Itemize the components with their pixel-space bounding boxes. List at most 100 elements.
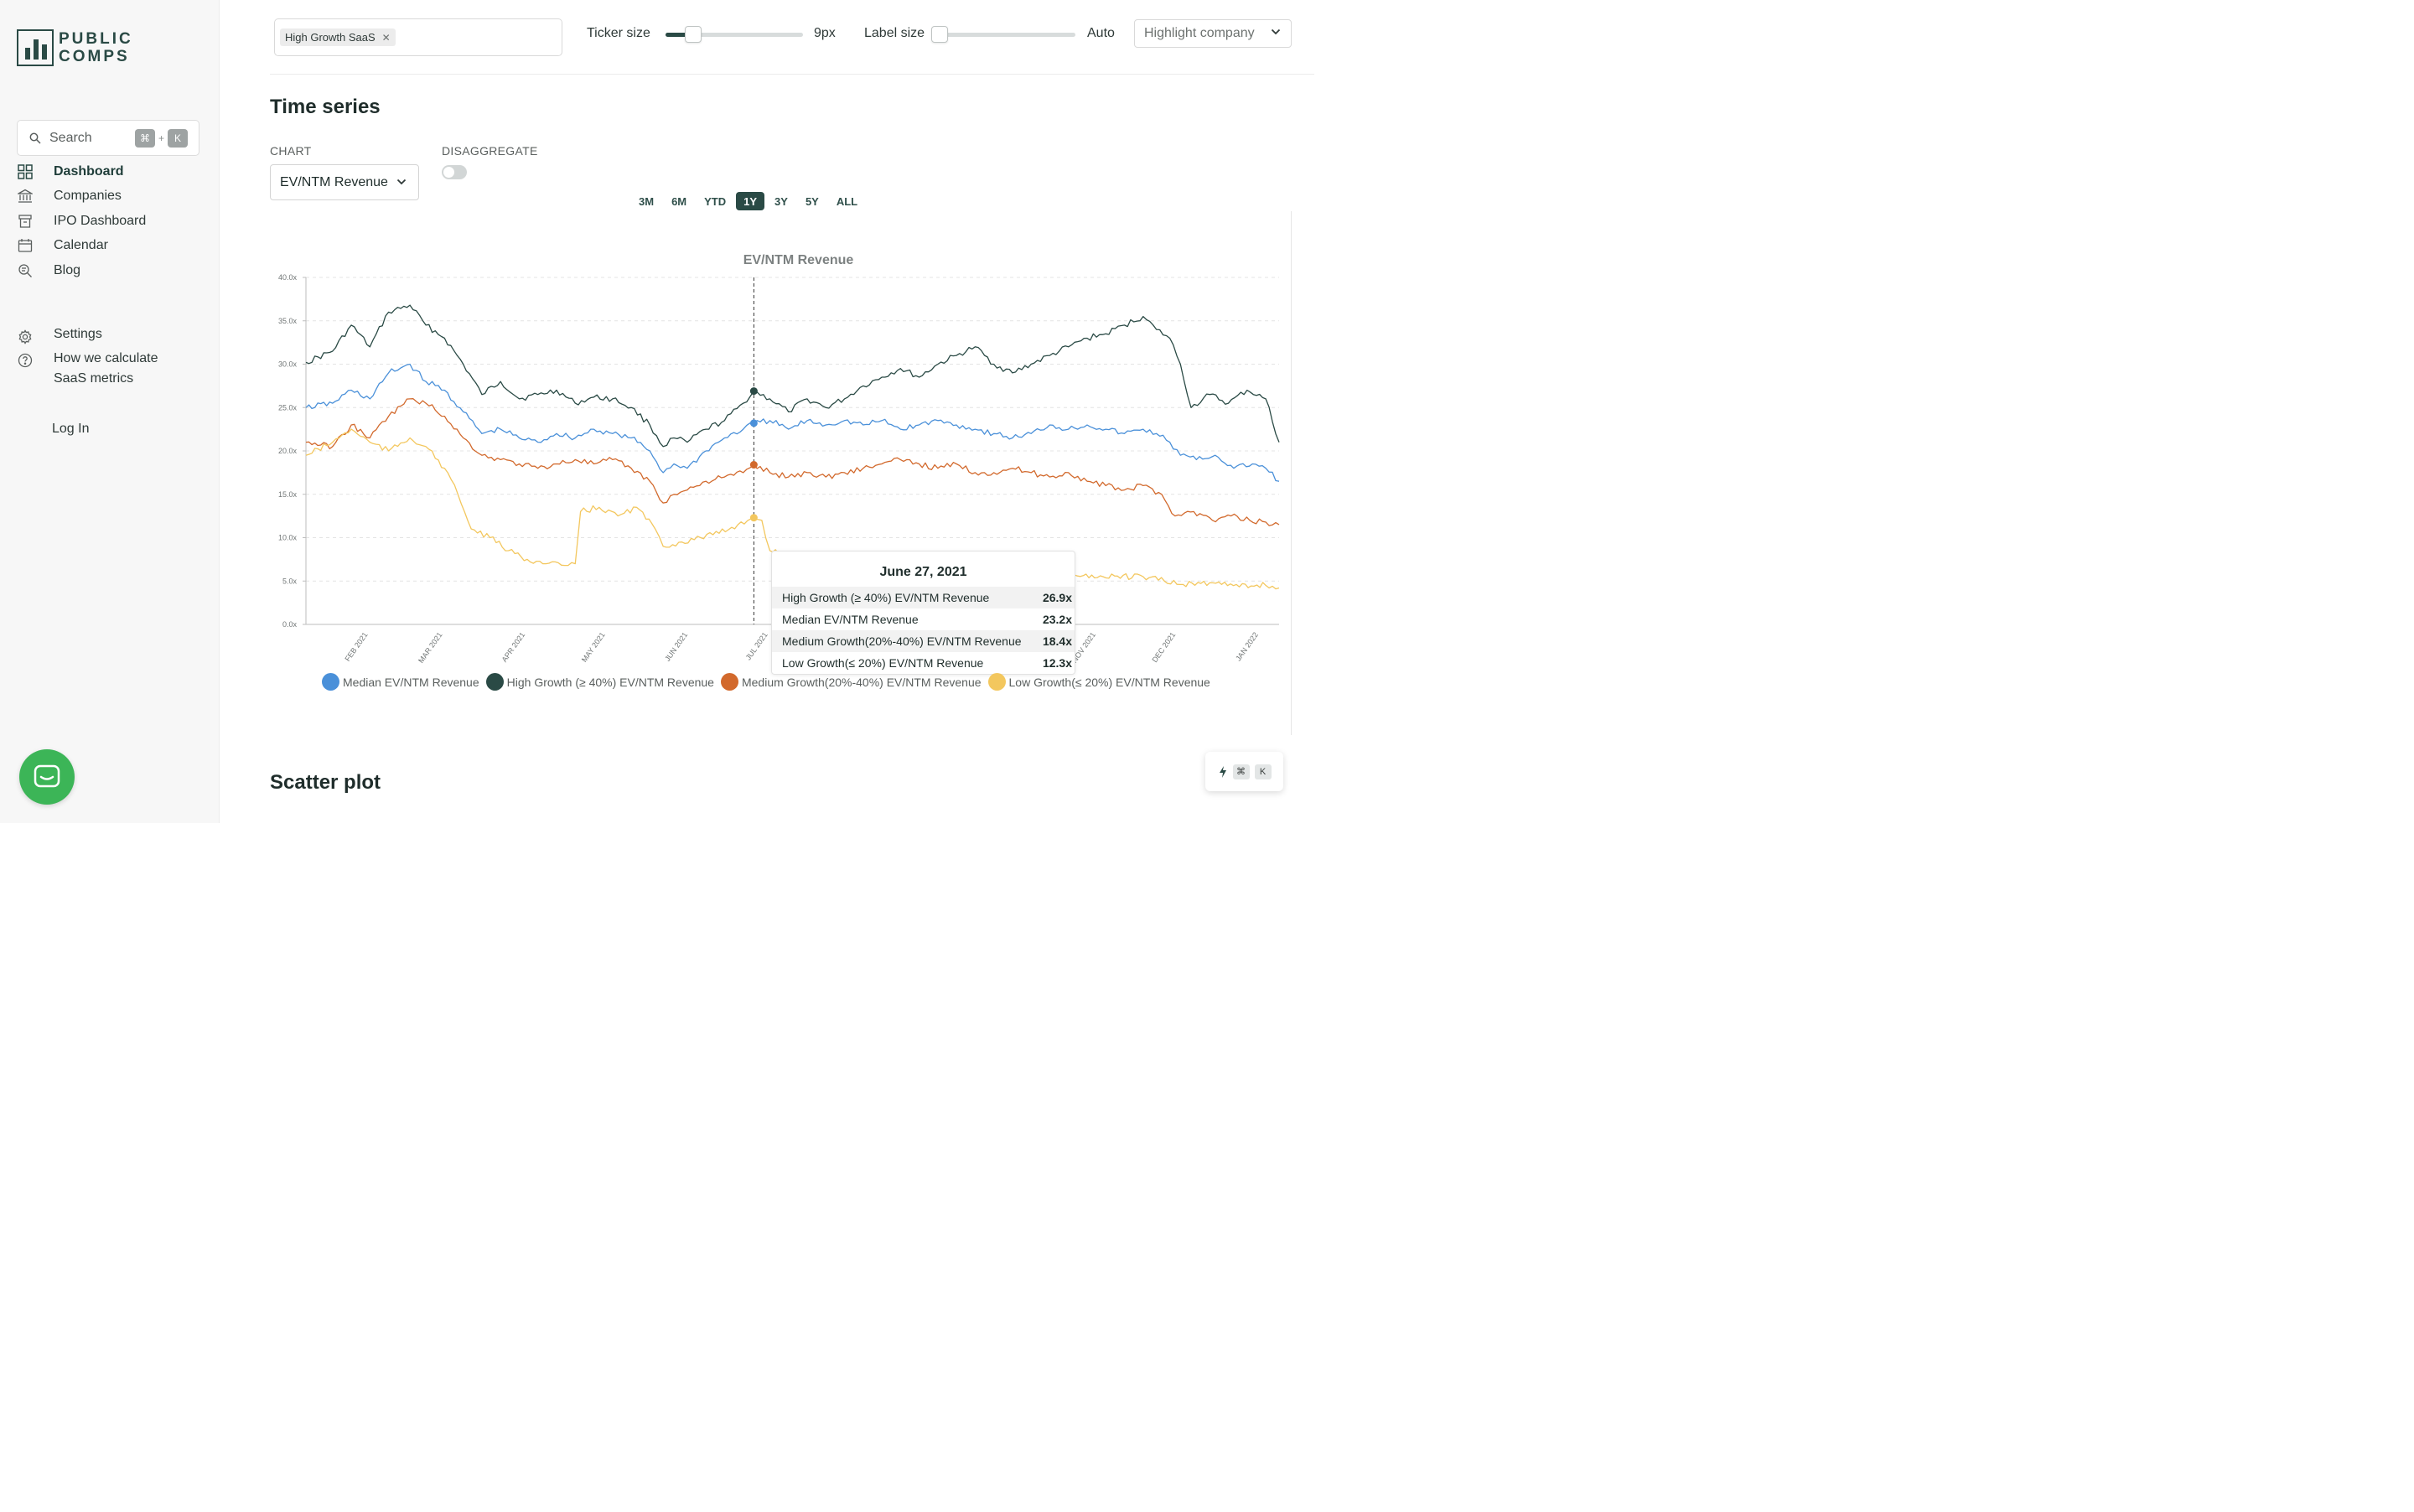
ticker-size-handle[interactable] xyxy=(685,26,702,43)
y-tick-label: 35.0x xyxy=(278,317,298,325)
chart-select-label: CHART xyxy=(270,144,312,158)
legend-label: High Growth (≥ 40%) EV/NTM Revenue xyxy=(506,675,714,689)
sidebar-item-label: Blog xyxy=(54,262,81,277)
label-size-label: Label size xyxy=(864,26,925,40)
legend-label: Median EV/NTM Revenue xyxy=(343,675,479,689)
sidebar-item-label: Companies xyxy=(54,189,122,204)
label-size-handle[interactable] xyxy=(931,26,948,43)
tooltip-row: Median EV/NTM Revenue 23.2x xyxy=(772,608,1075,630)
sidebar-item-label: Settings xyxy=(54,327,102,341)
legend-label: Medium Growth(20%-40%) EV/NTM Revenue xyxy=(741,675,982,689)
calendar-icon xyxy=(17,237,34,254)
chevron-down-icon xyxy=(1271,28,1281,35)
ticker-size-value: 9px xyxy=(814,26,836,40)
tooltip-value: 23.2x xyxy=(1042,613,1072,626)
lightning-icon xyxy=(1219,765,1226,778)
ticker-size-label: Ticker size xyxy=(587,26,650,40)
legend-dot xyxy=(720,673,738,691)
sidebar-item-label: IPO Dashboard xyxy=(54,213,147,228)
label-size-slider[interactable] xyxy=(931,26,1075,43)
series-line xyxy=(305,363,1280,482)
tooltip-row: Medium Growth(20%-40%) EV/NTM Revenue 18.… xyxy=(772,630,1075,652)
legend-label: Low Growth(≤ 20%) EV/NTM Revenue xyxy=(1008,675,1210,689)
scatter-plot-title: Scatter plot xyxy=(270,771,381,794)
y-tick-label: 30.0x xyxy=(278,360,298,369)
range-5y[interactable]: 5Y xyxy=(798,192,826,210)
legend-item-median[interactable]: Median EV/NTM Revenue xyxy=(322,673,479,691)
y-tick-label: 10.0x xyxy=(278,534,298,542)
x-tick-label: JUL 2021 xyxy=(744,630,769,661)
time-range-tabs: 3M 6M YTD 1Y 3Y 5Y ALL xyxy=(631,192,868,210)
sidebar-item-how-we-calculate[interactable]: How we calculate SaaS metrics xyxy=(17,350,214,389)
legend-item-high-growth[interactable]: High Growth (≥ 40%) EV/NTM Revenue xyxy=(485,673,714,691)
divider xyxy=(1291,211,1292,735)
range-all[interactable]: ALL xyxy=(829,192,865,210)
brand-logo[interactable]: PUBLIC COMPS xyxy=(17,29,133,66)
legend-item-low-growth[interactable]: Low Growth(≤ 20%) EV/NTM Revenue xyxy=(987,673,1210,691)
tooltip-label: Median EV/NTM Revenue xyxy=(782,613,919,626)
disaggregate-toggle[interactable] xyxy=(442,165,467,179)
search-icon xyxy=(29,132,41,144)
command-key: ⌘ xyxy=(134,128,155,148)
x-tick-label: DEC 2021 xyxy=(1150,630,1177,664)
sidebar-item-settings[interactable]: Settings xyxy=(17,327,214,345)
blog-icon xyxy=(17,262,34,279)
filter-chip: High Growth SaaS ✕ xyxy=(280,28,396,46)
ticker-size-slider[interactable] xyxy=(666,26,803,43)
k-key: K xyxy=(168,128,188,148)
login-link[interactable]: Log In xyxy=(52,422,89,437)
sidebar-item-blog[interactable]: Blog xyxy=(17,258,210,283)
legend-item-medium-growth[interactable]: Medium Growth(20%-40%) EV/NTM Revenue xyxy=(720,673,982,691)
hover-point xyxy=(749,419,758,427)
label-size-value: Auto xyxy=(1087,26,1115,40)
tooltip-label: Medium Growth(20%-40%) EV/NTM Revenue xyxy=(782,634,1022,648)
y-tick-label: 15.0x xyxy=(278,490,298,499)
k-key: K xyxy=(1254,764,1272,779)
sidebar-item-dashboard[interactable]: Dashboard xyxy=(17,159,210,184)
sidebar: PUBLIC COMPS Search ⌘ + K Dashboard Comp… xyxy=(0,0,220,823)
chart-legend: Median EV/NTM Revenue High Growth (≥ 40%… xyxy=(322,673,1217,691)
chevron-down-icon xyxy=(396,179,407,185)
sidebar-item-label: Calendar xyxy=(54,238,108,253)
x-tick-label: JAN 2022 xyxy=(1234,630,1260,662)
y-tick-label: 5.0x xyxy=(282,577,298,585)
divider xyxy=(270,74,1314,75)
logo-icon xyxy=(17,29,54,66)
x-tick-label: MAR 2021 xyxy=(417,630,444,665)
command-bar-button[interactable]: ⌘ K xyxy=(1205,752,1283,791)
legend-dot xyxy=(485,673,504,691)
tooltip-label: High Growth (≥ 40%) EV/NTM Revenue xyxy=(782,591,990,604)
y-tick-label: 0.0x xyxy=(282,620,298,629)
sidebar-item-label: How we calculate SaaS metrics xyxy=(54,351,158,386)
tooltip-row: High Growth (≥ 40%) EV/NTM Revenue 26.9x xyxy=(772,587,1075,608)
brand-line1: PUBLIC xyxy=(59,30,133,48)
chart-metric-value: EV/NTM Revenue xyxy=(280,174,388,189)
time-series-title: Time series xyxy=(270,96,381,118)
bank-icon xyxy=(17,188,34,205)
sidebar-nav: Dashboard Companies IPO Dashboard Calend… xyxy=(17,159,210,283)
sidebar-item-calendar[interactable]: Calendar xyxy=(17,234,210,259)
range-3y[interactable]: 3Y xyxy=(767,192,795,210)
remove-chip-icon[interactable]: ✕ xyxy=(382,32,391,44)
range-6m[interactable]: 6M xyxy=(664,192,694,210)
sidebar-item-companies[interactable]: Companies xyxy=(17,184,210,210)
segment-filter-input[interactable]: High Growth SaaS ✕ xyxy=(274,18,562,56)
search-input[interactable]: Search ⌘ + K xyxy=(17,120,199,156)
y-tick-label: 20.0x xyxy=(278,447,298,455)
range-1y[interactable]: 1Y xyxy=(736,192,765,210)
series-line xyxy=(305,398,1280,526)
key-plus: + xyxy=(158,132,164,144)
chart-metric-select[interactable]: EV/NTM Revenue xyxy=(270,164,419,200)
gear-icon xyxy=(17,329,34,345)
sidebar-item-ipo-dashboard[interactable]: IPO Dashboard xyxy=(17,209,210,234)
chat-launcher-button[interactable] xyxy=(19,749,75,805)
highlight-company-select[interactable]: Highlight company xyxy=(1134,19,1292,48)
command-key: ⌘ xyxy=(1232,764,1250,779)
range-3m[interactable]: 3M xyxy=(631,192,661,210)
range-ytd[interactable]: YTD xyxy=(697,192,733,210)
tooltip-value: 12.3x xyxy=(1042,656,1072,670)
highlight-company-placeholder: Highlight company xyxy=(1144,26,1255,40)
chart-tooltip: June 27, 2021 High Growth (≥ 40%) EV/NTM… xyxy=(771,551,1075,675)
x-tick-label: APR 2021 xyxy=(500,630,527,663)
brand-line2: COMPS xyxy=(59,48,130,65)
